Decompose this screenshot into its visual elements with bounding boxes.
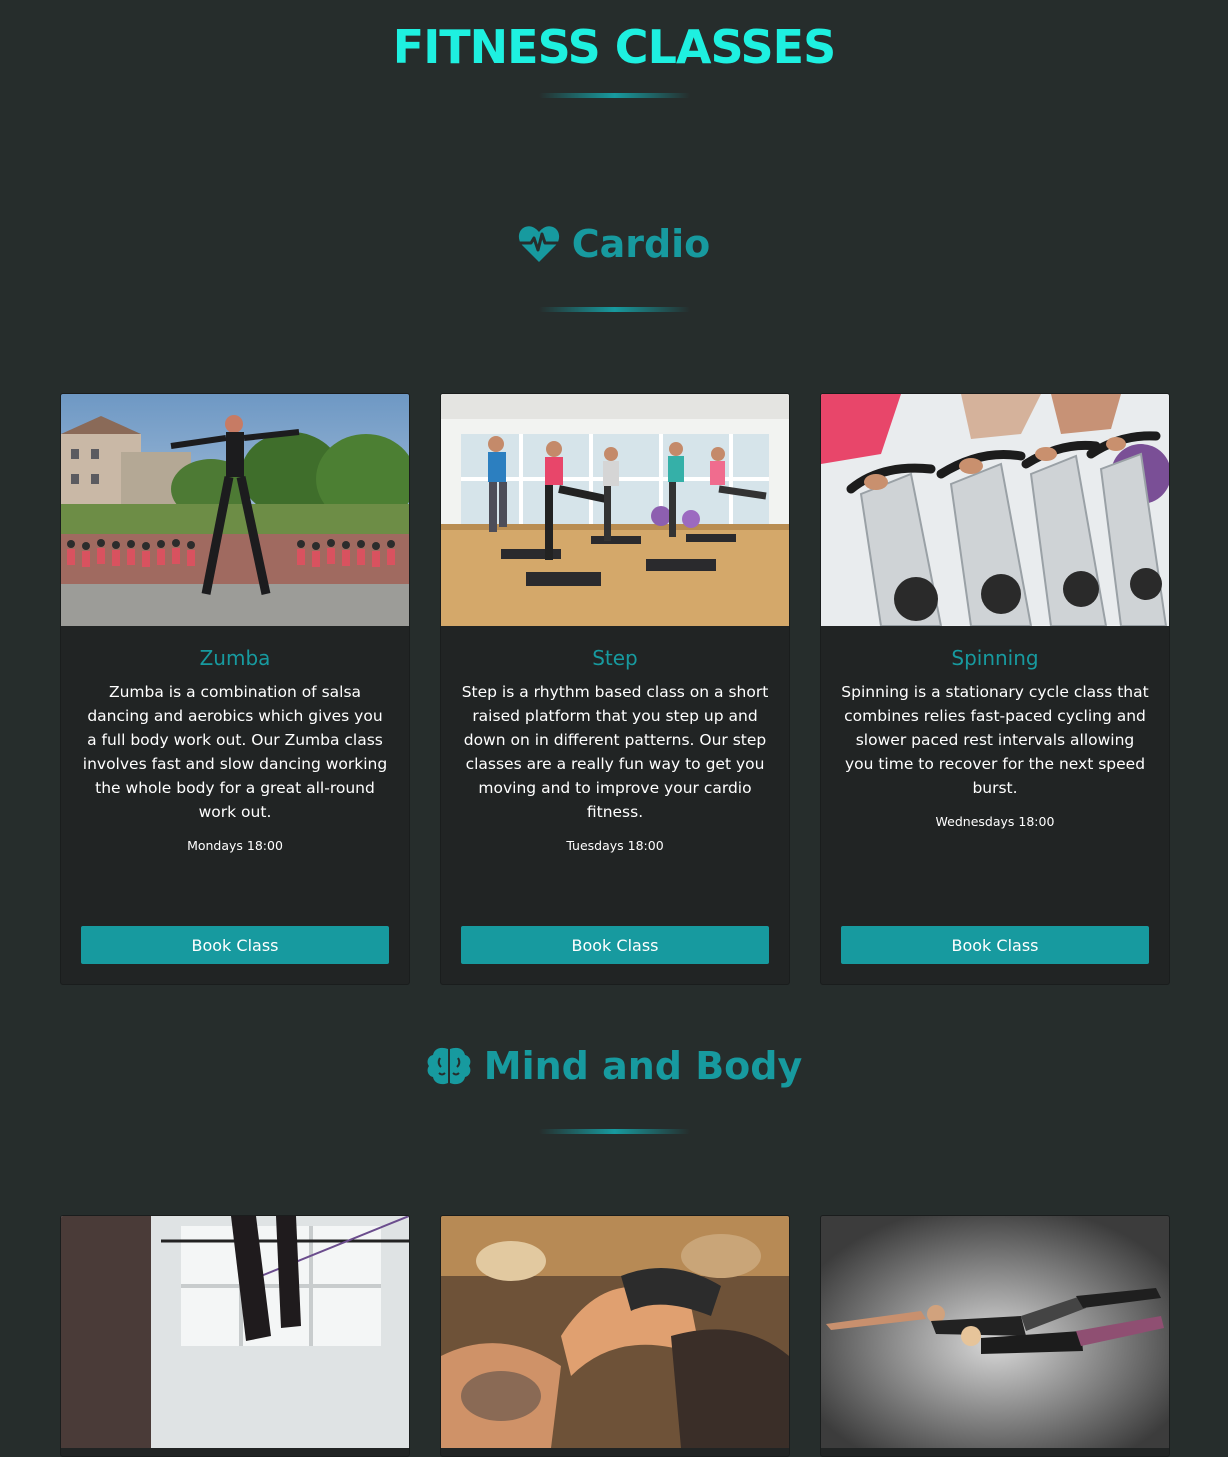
class-schedule: Wednesdays 18:00: [935, 814, 1055, 829]
stretching-pair-photo: [821, 1216, 1169, 1448]
brain-icon: [426, 1046, 472, 1086]
zumba-outdoor-class-photo: [61, 394, 409, 626]
class-card-spinning: Spinning Spinning is a stationary cycle …: [820, 393, 1170, 985]
class-description: Spinning is a stationary cycle class tha…: [841, 683, 1149, 797]
yoga-class-photo: [441, 1216, 789, 1448]
class-description: Zumba is a combination of salsa dancing …: [82, 683, 388, 821]
section-title-label: Cardio: [571, 222, 711, 266]
section-title-cardio: Cardio: [0, 218, 1228, 270]
class-name: Step: [592, 646, 638, 670]
class-card-yoga: [440, 1215, 790, 1457]
class-schedule: Tuesdays 18:00: [566, 838, 664, 853]
spinning-bikes-photo: [821, 394, 1169, 626]
heartbeat-icon: [518, 225, 560, 263]
class-description: Step is a rhythm based class on a short …: [461, 683, 769, 821]
title-divider: [539, 93, 690, 98]
book-class-button[interactable]: Book Class: [461, 926, 769, 964]
page-title: FITNESS CLASSES: [392, 20, 836, 74]
class-name: Zumba: [199, 646, 271, 670]
book-class-button[interactable]: Book Class: [81, 926, 389, 964]
mind-and-body-divider: [539, 1129, 690, 1134]
cardio-divider: [539, 307, 690, 312]
book-class-button[interactable]: Book Class: [841, 926, 1149, 964]
class-card-stretching: [820, 1215, 1170, 1457]
class-card-step: Step Step is a rhythm based class on a s…: [440, 393, 790, 985]
section-title-mind-and-body: Mind and Body: [0, 1040, 1228, 1092]
class-schedule: Mondays 18:00: [187, 838, 283, 853]
pilates-reformer-photo: [61, 1216, 409, 1448]
class-card-pilates: [60, 1215, 410, 1457]
section-title-label: Mind and Body: [483, 1044, 803, 1088]
class-name: Spinning: [951, 646, 1039, 670]
step-class-studio-photo: [441, 394, 789, 626]
class-card-zumba: Zumba Zumba is a combination of salsa da…: [60, 393, 410, 985]
